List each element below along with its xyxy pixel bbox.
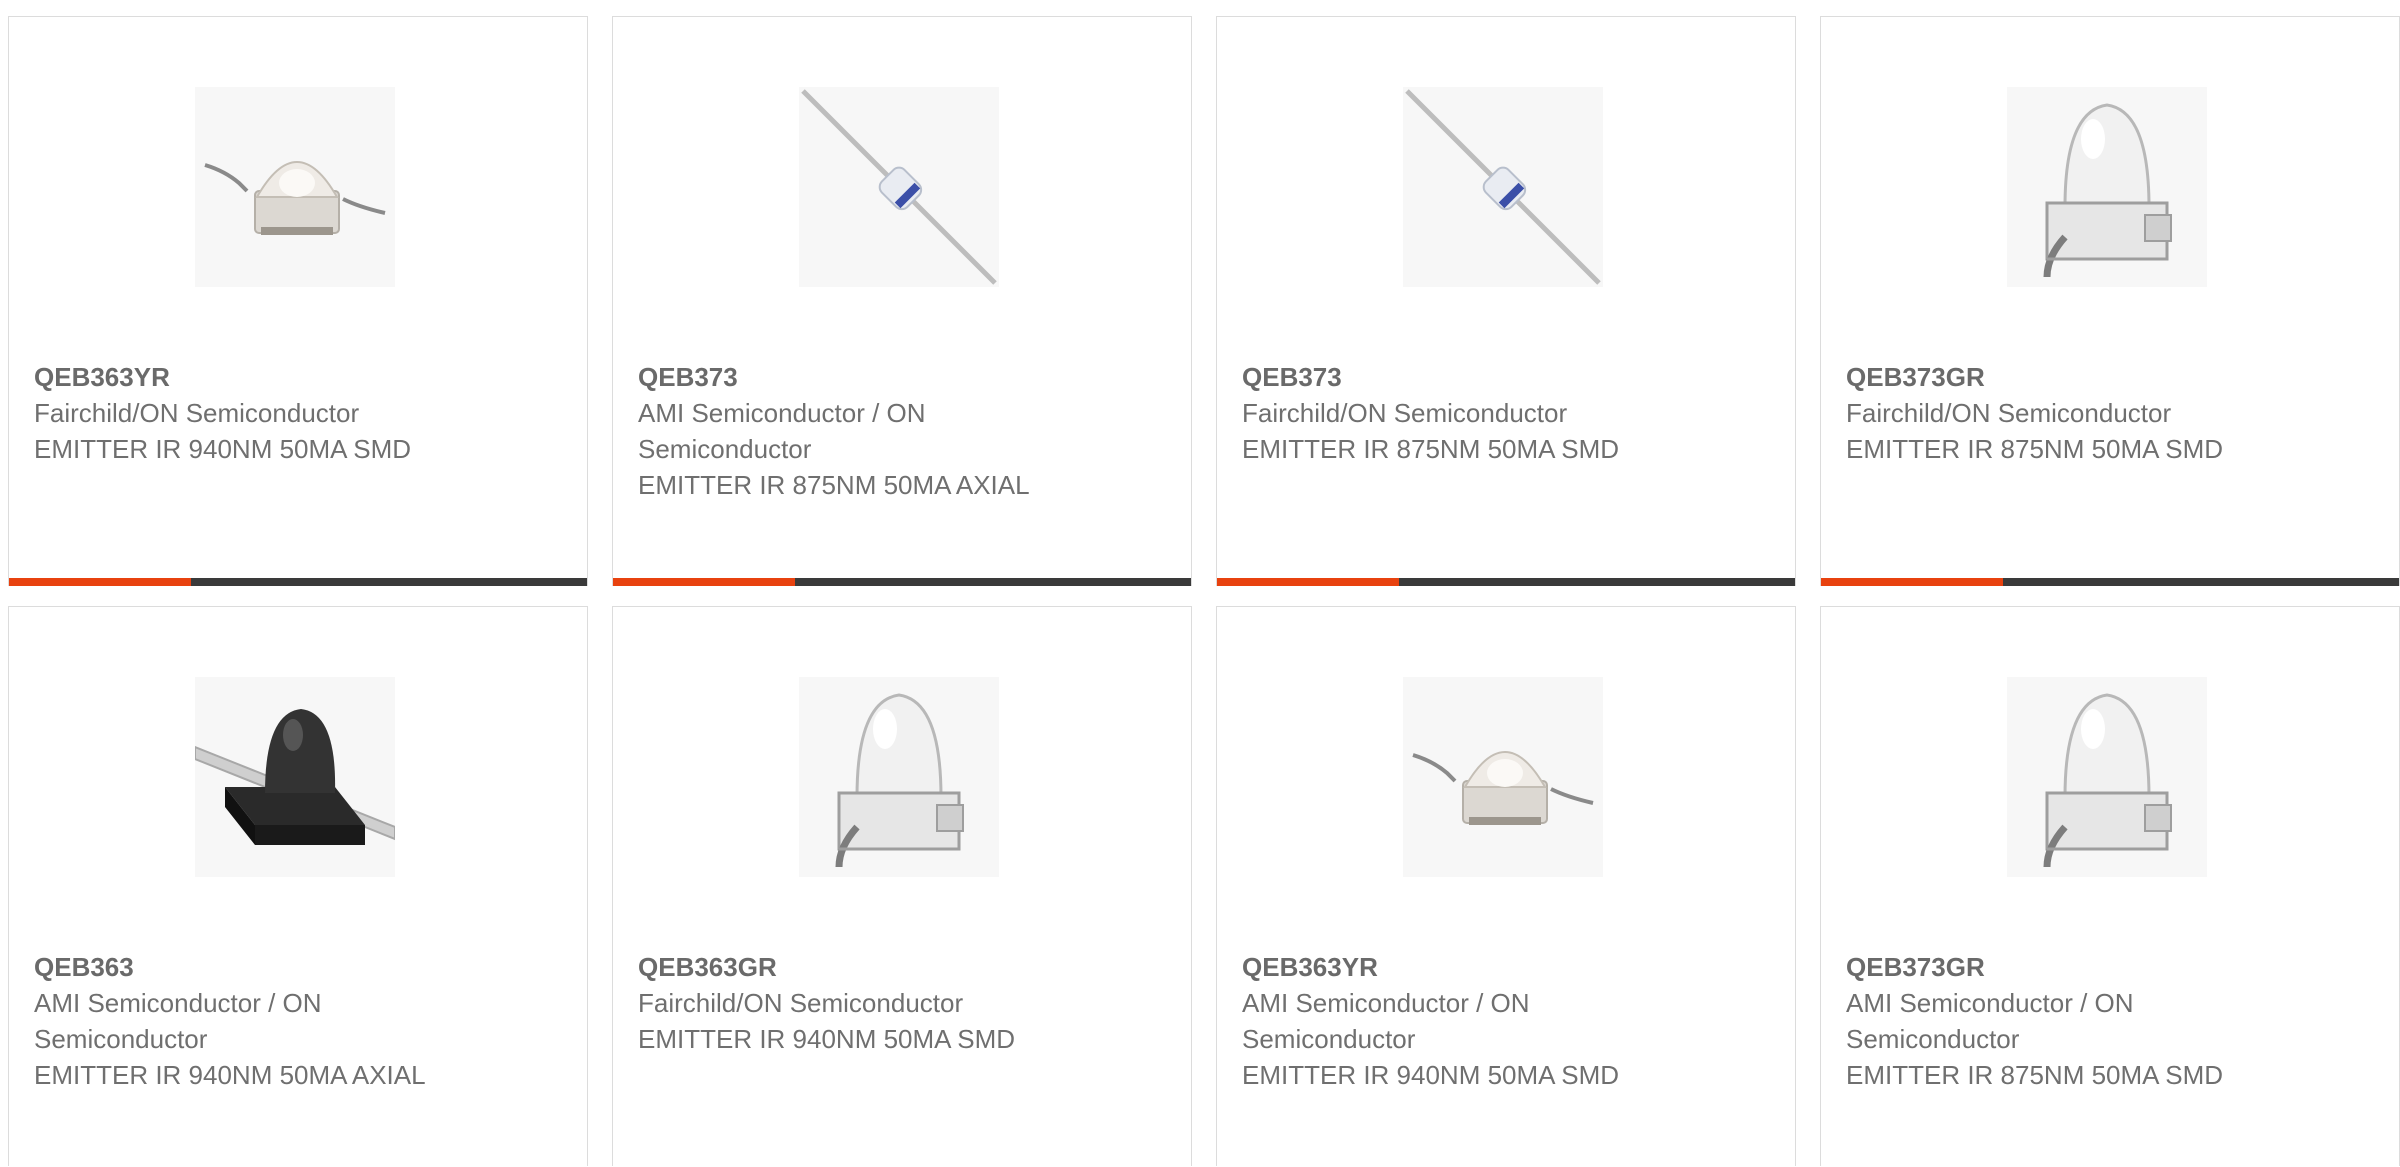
part-number-link[interactable]: QEB373GR [1846,949,2266,985]
part-number-link[interactable]: QEB363GR [638,949,1058,985]
manufacturer-name: AMI Semiconductor / ON Semiconductor [638,398,926,464]
card-bottom-bar [9,578,587,586]
product-image[interactable] [1403,677,1603,877]
smd-emitter-clear-icon [204,161,386,235]
product-card[interactable]: QEB373 Fairchild/ON Semiconductor EMITTE… [1216,16,1796,586]
product-image[interactable] [1403,87,1603,287]
part-number-link[interactable]: QEB373 [638,359,1058,395]
part-number-link[interactable]: QEB363 [34,949,454,985]
manufacturer-name: AMI Semiconductor / ON Semiconductor [1242,988,1530,1054]
card-accent-bar [1217,578,1399,586]
product-image[interactable] [2007,87,2207,287]
product-card[interactable]: QEB363YR AMI Semiconductor / ON Semicond… [1216,606,1796,1166]
product-description: EMITTER IR 875NM 50MA SMD [1242,434,1620,464]
part-number-link[interactable]: QEB373GR [1846,359,2266,395]
card-accent-bar [9,578,191,586]
part-number-link[interactable]: QEB363YR [34,359,454,395]
axial-emitter-icon [801,89,997,285]
card-accent-bar [613,578,795,586]
product-description: EMITTER IR 875NM 50MA SMD [1846,434,2224,464]
product-card[interactable]: QEB373 AMI Semiconductor / ON Semiconduc… [612,16,1192,586]
black-axial-emitter-icon [195,709,395,845]
product-image[interactable] [195,677,395,877]
product-info: QEB363 AMI Semiconductor / ON Semiconduc… [34,949,454,1093]
product-info: QEB363GR Fairchild/ON Semiconductor EMIT… [638,949,1058,1057]
manufacturer-name: AMI Semiconductor / ON Semiconductor [1846,988,2134,1054]
product-info: QEB363YR AMI Semiconductor / ON Semicond… [1242,949,1662,1093]
product-info: QEB373GR Fairchild/ON Semiconductor EMIT… [1846,359,2266,467]
product-description: EMITTER IR 940NM 50MA SMD [34,434,412,464]
part-number-link[interactable]: QEB373 [1242,359,1662,395]
product-description: EMITTER IR 875NM 50MA AXIAL [638,470,1030,500]
card-accent-bar [1821,578,2003,586]
part-number-link[interactable]: QEB363YR [1242,949,1662,985]
card-bottom-bar [1821,578,2399,586]
smd-emitter-clear-icon [1412,751,1594,825]
manufacturer-name: Fairchild/ON Semiconductor [1242,398,1568,428]
product-image[interactable] [2007,677,2207,877]
smd-emitter-dome-icon [2043,693,2172,868]
product-card[interactable]: QEB373GR Fairchild/ON Semiconductor EMIT… [1820,16,2400,586]
product-description: EMITTER IR 875NM 50MA SMD [1846,1060,2224,1090]
smd-emitter-dome-icon [835,693,964,868]
product-card[interactable]: QEB363YR Fairchild/ON Semiconductor EMIT… [8,16,588,586]
manufacturer-name: AMI Semiconductor / ON Semiconductor [34,988,322,1054]
product-info: QEB363YR Fairchild/ON Semiconductor EMIT… [34,359,454,467]
product-card[interactable]: QEB373GR AMI Semiconductor / ON Semicond… [1820,606,2400,1166]
product-grid: QEB363YR Fairchild/ON Semiconductor EMIT… [8,16,2400,1166]
product-description: EMITTER IR 940NM 50MA SMD [1242,1060,1620,1090]
product-info: QEB373GR AMI Semiconductor / ON Semicond… [1846,949,2266,1093]
product-info: QEB373 AMI Semiconductor / ON Semiconduc… [638,359,1058,503]
product-info: QEB373 Fairchild/ON Semiconductor EMITTE… [1242,359,1662,467]
card-bottom-bar [613,578,1191,586]
product-image[interactable] [195,87,395,287]
axial-emitter-icon [1405,89,1601,285]
product-description: EMITTER IR 940NM 50MA AXIAL [34,1060,426,1090]
product-image[interactable] [799,677,999,877]
product-card[interactable]: QEB363GR Fairchild/ON Semiconductor EMIT… [612,606,1192,1166]
manufacturer-name: Fairchild/ON Semiconductor [638,988,964,1018]
product-card[interactable]: QEB363 AMI Semiconductor / ON Semiconduc… [8,606,588,1166]
product-image[interactable] [799,87,999,287]
card-bottom-bar [1217,578,1795,586]
manufacturer-name: Fairchild/ON Semiconductor [34,398,360,428]
manufacturer-name: Fairchild/ON Semiconductor [1846,398,2172,428]
product-description: EMITTER IR 940NM 50MA SMD [638,1024,1016,1054]
smd-emitter-dome-icon [2043,103,2172,278]
